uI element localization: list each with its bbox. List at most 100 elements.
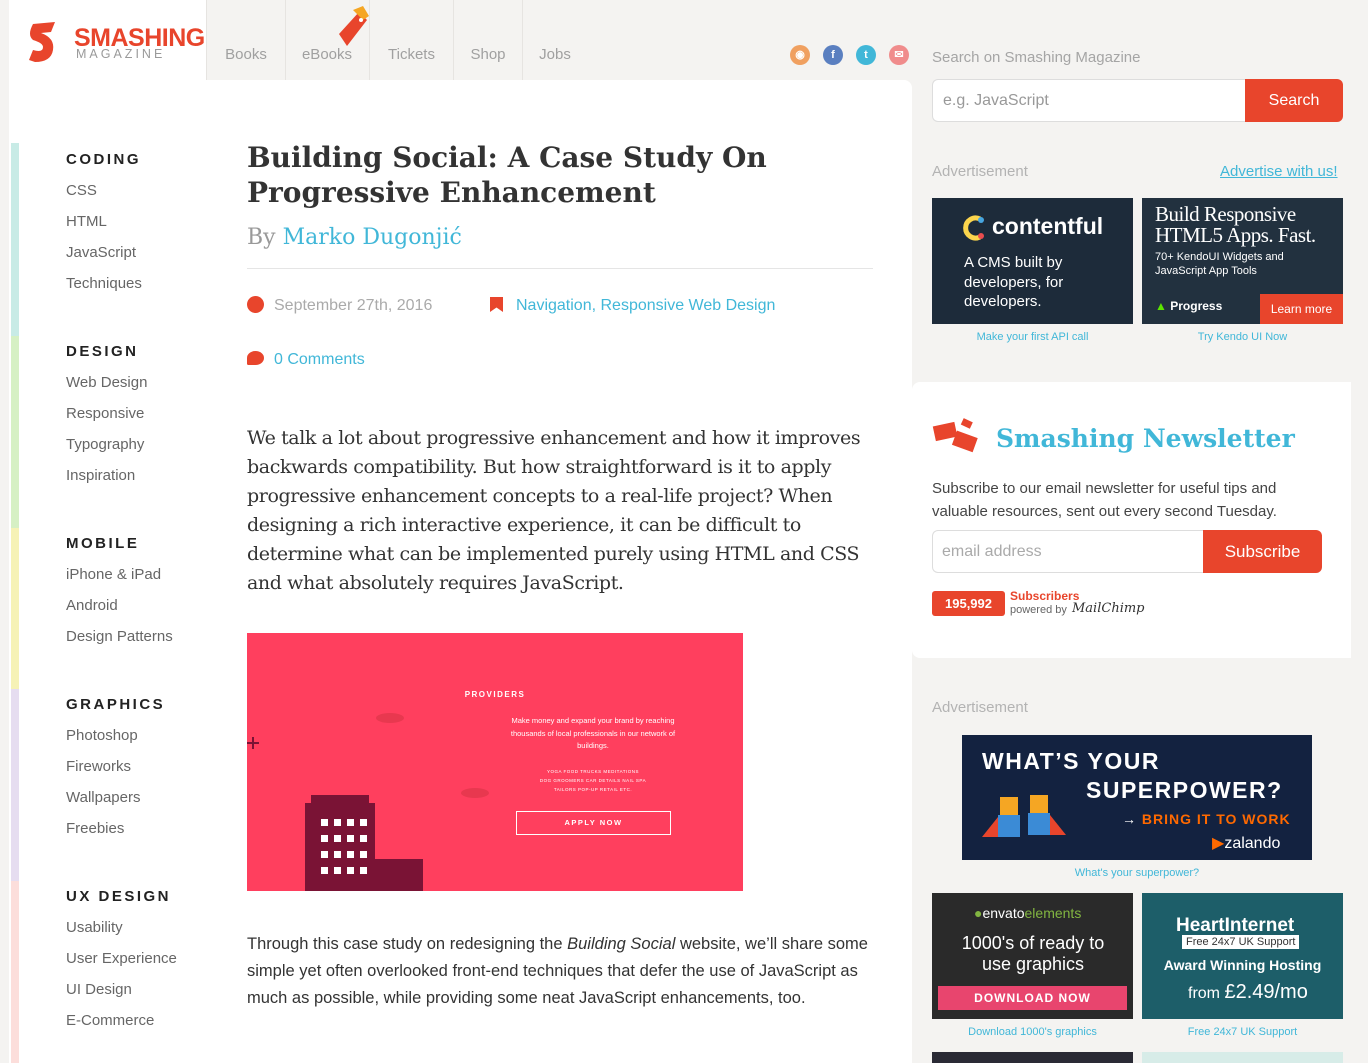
heart-support-badge: Free 24x7 UK Support [1182, 935, 1300, 949]
sidebar-link-typography[interactable]: Typography [66, 436, 144, 453]
ad-partial-bottom-right[interactable] [1142, 1052, 1343, 1063]
sidebar-link-inspiration[interactable]: Inspiration [66, 467, 135, 484]
nav-tickets[interactable]: Tickets [370, 0, 454, 80]
powered-by-label: powered by [1010, 604, 1067, 616]
contentful-caption[interactable]: Make your first API call [932, 331, 1133, 343]
coding-color-bar [11, 143, 19, 336]
category-ux-design[interactable]: UX DESIGN [66, 888, 171, 905]
article-lead: We talk a lot about progressive enhancem… [247, 427, 861, 594]
sidebar-link-techniques[interactable]: Techniques [66, 275, 142, 292]
byline-prefix: By [247, 225, 276, 250]
envato-brand: ●envatoelements [974, 905, 1081, 921]
ad-contentful[interactable]: contentful A CMS built by developers, fo… [932, 198, 1133, 324]
cat-mascot-icon [339, 6, 369, 46]
sidebar-link-css[interactable]: CSS [66, 182, 97, 199]
category-graphics[interactable]: GRAPHICS [66, 696, 165, 713]
zalando-brand: ▶zalando [1212, 833, 1280, 853]
newsletter-email-input[interactable]: email address [932, 530, 1203, 573]
smashing-logo-icon[interactable] [25, 20, 69, 64]
ad-zalando[interactable]: WHAT’S YOUR SUPERPOWER? → BRING IT TO WO… [962, 735, 1312, 860]
sidebar-link-html[interactable]: HTML [66, 213, 107, 230]
sidebar-link-responsive[interactable]: Responsive [66, 405, 144, 422]
contentful-brand: contentful [992, 213, 1104, 239]
advertise-link[interactable]: Advertise with us! [1220, 163, 1338, 180]
envato-brand-suffix: elements [1024, 905, 1082, 921]
contentful-tagline: A CMS built by developers, for developer… [964, 254, 1064, 310]
ux-color-bar [11, 881, 19, 1063]
contentful-logo-icon [963, 215, 984, 241]
search-input[interactable]: e.g. JavaScript [932, 79, 1245, 122]
publish-date: September 27th, 2016 [274, 297, 433, 314]
sidebar-link-freebies[interactable]: Freebies [66, 820, 124, 837]
newsletter-description: Subscribe to our email newsletter for us… [932, 480, 1277, 520]
facebook-icon[interactable]: f [823, 45, 843, 65]
sidebar-link-photoshop[interactable]: Photoshop [66, 727, 138, 744]
hero-categories-line-1: YOGA FOOD TRUCKS MEDITATIONS [546, 769, 639, 774]
comments-link[interactable]: 0 Comments [274, 351, 365, 369]
subscriber-count: 195,992 [932, 591, 1005, 616]
envato-caption[interactable]: Download 1000's graphics [932, 1026, 1133, 1038]
hero-categories-line-2: DOG GROOMERS CAR DETAILS NAIL SPA [539, 778, 647, 783]
subscribe-button[interactable]: Subscribe [1203, 530, 1322, 573]
ad-envato-elements[interactable]: ●envatoelements 1000's of ready to use g… [932, 893, 1133, 1019]
envato-download-button: DOWNLOAD NOW [938, 986, 1127, 1010]
mailchimp-logo: MailChimp [1072, 601, 1145, 616]
subscriber-label: Subscribers [1010, 589, 1080, 603]
nav-jobs[interactable]: Jobs [523, 0, 587, 80]
sidebar-link-wallpapers[interactable]: Wallpapers [66, 789, 140, 806]
search-label: Search on Smashing Magazine [932, 49, 1141, 66]
sidebar-link-design-patterns[interactable]: Design Patterns [66, 628, 173, 645]
heart-price-value: £2.49/mo [1224, 981, 1308, 1003]
sidebar-link-user-experience[interactable]: User Experience [66, 950, 177, 967]
sidebar-link-fireworks[interactable]: Fireworks [66, 758, 131, 775]
sidebar-link-iphone-ipad[interactable]: iPhone & iPad [66, 566, 161, 583]
zalando-cta: → BRING IT TO WORK [1122, 811, 1291, 827]
superhero-pixel-icon [982, 795, 1066, 837]
heart-caption[interactable]: Free 24x7 UK Support [1142, 1026, 1343, 1038]
newsletter-title: Smashing Newsletter [996, 424, 1295, 453]
email-icon[interactable]: ✉ [889, 45, 909, 65]
rss-icon[interactable]: ◉ [790, 45, 810, 65]
heart-hosting-text: Award Winning Hosting [1163, 957, 1322, 973]
zalando-caption[interactable]: What's your superpower? [962, 867, 1312, 879]
envato-text: 1000's of ready to use graphics [961, 933, 1105, 974]
sidebar-link-android[interactable]: Android [66, 597, 118, 614]
twitter-icon[interactable]: t [856, 45, 876, 65]
progress-logo-icon: ▲ [1155, 299, 1167, 313]
byline: By Marko Dugonjić [247, 225, 462, 250]
nav-books[interactable]: Books [206, 0, 286, 80]
body-emphasis: Building Social [567, 935, 676, 953]
category-mobile[interactable]: MOBILE [66, 535, 139, 552]
category-design[interactable]: DESIGN [66, 343, 139, 360]
ad-kendo-ui[interactable]: Build Responsive HTML5 Apps. Fast. 70+ K… [1142, 198, 1343, 324]
hero-apply-button: APPLY NOW [516, 811, 671, 835]
arrow-right-icon: → [1122, 811, 1142, 827]
sidebar-link-web-design[interactable]: Web Design [66, 374, 147, 391]
sidebar-link-ui-design[interactable]: UI Design [66, 981, 132, 998]
page-scrollbar[interactable] [1360, 0, 1368, 1063]
progress-brand-name: Progress [1170, 299, 1223, 313]
design-color-bar [11, 336, 19, 528]
article-tags[interactable]: Navigation, Responsive Web Design [516, 297, 775, 315]
kendo-caption[interactable]: Try Kendo UI Now [1142, 331, 1343, 343]
nav-shop[interactable]: Shop [454, 0, 523, 80]
sidebar-link-javascript[interactable]: JavaScript [66, 244, 136, 261]
building-illustration [247, 713, 489, 891]
author-link[interactable]: Marko Dugonjić [283, 225, 462, 250]
ad-partial-bottom-left[interactable] [932, 1052, 1133, 1063]
heart-price-from: from [1188, 985, 1220, 1002]
article-hero-image: PROVIDERS Make money and expand your bra… [247, 633, 743, 891]
body-text-start: Through this case study on redesigning t… [247, 935, 568, 953]
ad-heart-internet[interactable]: HeartInternet Free 24x7 UK Support Award… [1142, 893, 1343, 1019]
mobile-color-bar [11, 528, 19, 689]
hero-categories: YOGA FOOD TRUCKS MEDITATIONS DOG GROOMER… [500, 767, 686, 794]
envelopes-icon [932, 418, 978, 453]
hero-description: Make money and expand your brand by reac… [510, 716, 676, 750]
sidebar-link-usability[interactable]: Usability [66, 919, 123, 936]
logo-subtitle: MAGAZINE [76, 47, 166, 61]
search-button[interactable]: Search [1245, 79, 1343, 122]
category-coding[interactable]: CODING [66, 151, 141, 168]
sidebar-link-e-commerce[interactable]: E-Commerce [66, 1012, 154, 1029]
article-title: Building Social: A Case Study On Progres… [247, 141, 767, 209]
clock-icon [247, 296, 264, 313]
